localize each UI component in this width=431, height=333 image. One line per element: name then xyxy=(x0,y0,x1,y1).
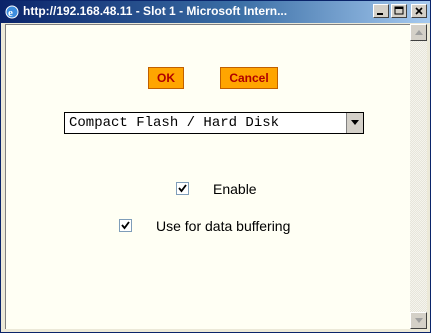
checkmark-icon xyxy=(121,221,130,230)
chevron-down-icon xyxy=(351,120,359,125)
browser-popup-window: e http://192.168.48.11 - Slot 1 - Micros… xyxy=(0,0,431,333)
close-icon xyxy=(415,7,423,15)
arrow-up-icon xyxy=(415,30,423,35)
enable-checkbox[interactable] xyxy=(176,182,189,195)
scroll-up-button[interactable] xyxy=(410,24,427,41)
data-buffering-checkbox[interactable] xyxy=(119,219,132,232)
title-bar[interactable]: e http://192.168.48.11 - Slot 1 - Micros… xyxy=(1,1,430,23)
vertical-scrollbar[interactable] xyxy=(410,24,427,329)
checkmark-icon xyxy=(178,184,187,193)
device-select-value: Compact Flash / Hard Disk xyxy=(69,115,280,131)
window-title: http://192.168.48.11 - Slot 1 - Microsof… xyxy=(23,4,288,18)
cancel-button[interactable]: Cancel xyxy=(220,67,278,89)
internet-explorer-icon: e xyxy=(4,4,20,20)
scroll-down-button[interactable] xyxy=(410,312,427,329)
minimize-button[interactable] xyxy=(373,4,389,18)
close-button[interactable] xyxy=(411,4,427,18)
minimize-icon xyxy=(377,13,383,15)
maximize-button[interactable] xyxy=(391,4,407,18)
data-buffering-label: Use for data buffering xyxy=(156,218,291,234)
maximize-icon xyxy=(394,6,404,15)
ok-button[interactable]: OK xyxy=(148,67,184,89)
page-content: OK Cancel Compact Flash / Hard Disk Enab… xyxy=(5,24,410,329)
dropdown-button[interactable] xyxy=(346,113,363,133)
svg-text:e: e xyxy=(8,7,13,19)
enable-label: Enable xyxy=(213,181,257,197)
arrow-down-icon xyxy=(415,318,423,323)
device-select[interactable]: Compact Flash / Hard Disk xyxy=(64,112,364,134)
